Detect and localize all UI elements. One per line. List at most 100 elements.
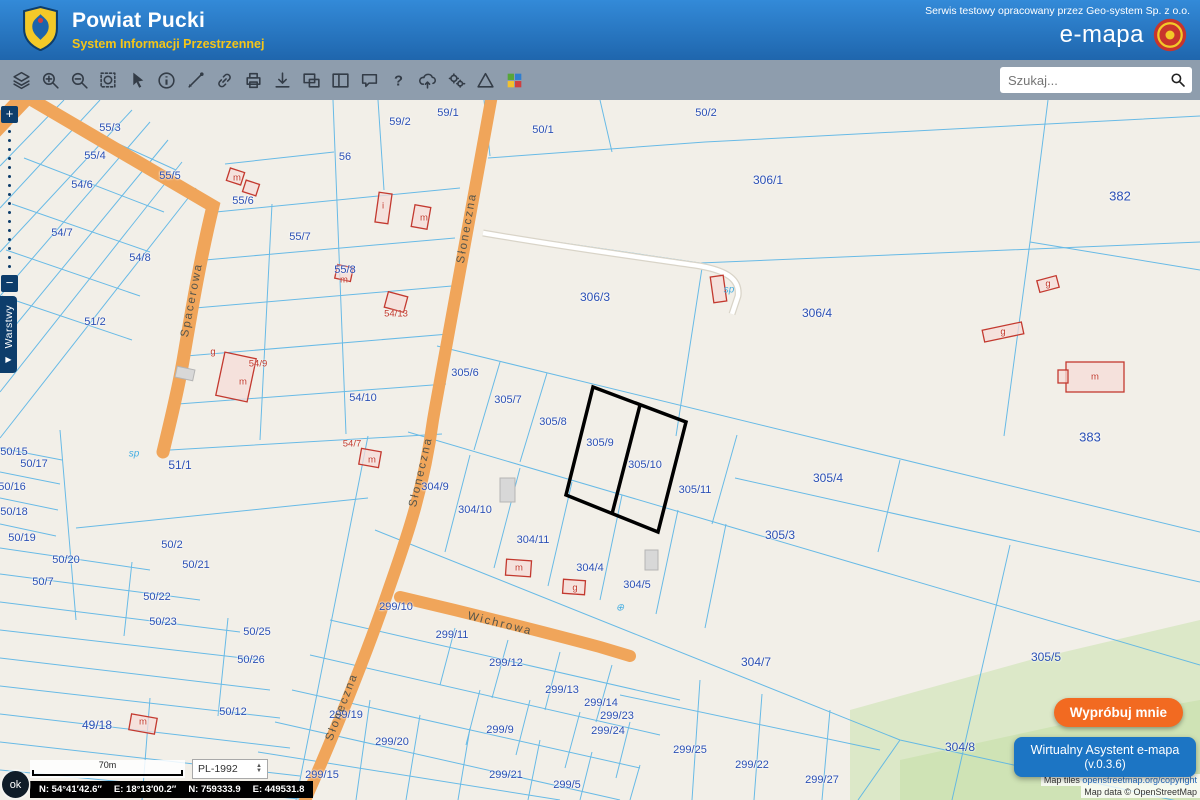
parcel-label[interactable]: 55/3 [99,122,120,134]
parcel-label[interactable]: 299/25 [673,744,707,756]
layers-panel-tab[interactable]: Warstwy ▶ [0,296,17,373]
parcel-label[interactable]: 305/9 [586,437,614,449]
parcel-label[interactable]: 306/3 [580,290,610,304]
parcel-label[interactable]: 50/2 [161,539,182,551]
parcel-label[interactable]: 306/4 [802,306,832,320]
parcel-label[interactable]: 50/12 [219,706,247,718]
parcel-label[interactable]: 55/4 [84,150,105,162]
parcel-label[interactable]: 50/7 [32,576,53,588]
parcel-label[interactable]: 299/15 [305,769,339,781]
parcel-label[interactable]: 54/7 [51,227,72,239]
parcel-label[interactable]: 299/23 [600,710,634,722]
parcel-label[interactable]: 306/1 [753,173,783,187]
parcel-label[interactable]: 54/6 [71,179,92,191]
crs-selector[interactable]: PL-1992 ▲▼ [192,759,268,779]
link-icon[interactable] [211,65,238,95]
measure-icon[interactable] [182,65,209,95]
parcel-label[interactable]: 50/18 [0,506,28,518]
parcel-label[interactable]: 50/15 [0,446,28,458]
parcel-label[interactable]: 50/21 [182,559,210,571]
parcel-label[interactable]: 50/26 [237,654,265,666]
parcel-label[interactable]: 299/21 [489,769,523,781]
parcel-label[interactable]: 55/5 [159,170,180,182]
parcel-label[interactable]: 50/25 [243,626,271,638]
info-icon[interactable] [153,65,180,95]
map-attribution: Map tiles openstreetmap.org/copyright Ma… [1041,774,1200,798]
parcel-label[interactable]: 304/9 [421,481,449,493]
parcel-label[interactable]: 50/23 [149,616,177,628]
zoom-in-icon[interactable] [37,65,64,95]
parcel-label[interactable]: 299/13 [545,684,579,696]
parcel-label[interactable]: 54/10 [349,392,377,404]
parcel-label[interactable]: 59/1 [437,107,458,119]
parcel-label[interactable]: 305/4 [813,471,843,485]
crs-stepper-icon[interactable]: ▲▼ [256,764,262,774]
windows-icon[interactable] [298,65,325,95]
parcel-label[interactable]: 54/8 [129,252,150,264]
zoom-out-button[interactable]: − [1,275,18,292]
parcel-label[interactable]: 305/3 [765,528,795,542]
ok-button[interactable]: ok [2,771,29,798]
parcel-label[interactable]: 299/20 [375,736,409,748]
map-canvas[interactable]: 55/3 59/2 59/1 50/2 50/1 55/4 56 55/5 54/6 306/1 3… [0,100,1200,800]
search-icon[interactable] [1164,67,1192,93]
parcel-label[interactable]: 55/7 [289,231,310,243]
layers-icon[interactable] [8,65,35,95]
parcel-label[interactable]: 51/1 [168,458,191,472]
parcel-label[interactable]: 304/8 [945,740,975,754]
parcel-label[interactable]: 299/11 [436,629,469,641]
app-header: Powiat Pucki System Informacji Przestrze… [0,0,1200,60]
parcel-label[interactable]: 299/12 [489,657,523,669]
parcel-label[interactable]: 56 [339,151,351,163]
parcel-label[interactable]: 299/27 [805,774,839,786]
parcel-label[interactable]: 304/11 [517,534,550,546]
warning-icon[interactable] [472,65,499,95]
parcel-label[interactable]: 305/7 [494,394,522,406]
parcel-label[interactable]: 49/18 [82,718,112,732]
parcel-label[interactable]: 50/20 [52,554,80,566]
zoom-in-button[interactable]: + [1,106,18,123]
parcel-label[interactable]: 50/2 [695,107,716,119]
parcel-label[interactable]: 299/22 [735,759,769,771]
parcel-label[interactable]: 55/6 [232,195,253,207]
parcel-label[interactable]: 50/19 [8,532,36,544]
parcel-label[interactable]: 51/2 [84,316,105,328]
zoom-slider[interactable] [8,123,11,275]
cloud-upload-icon[interactable] [414,65,441,95]
panel-icon[interactable] [327,65,354,95]
parcel-label[interactable]: 299/5 [553,779,581,791]
help-icon[interactable]: ? [385,65,412,95]
parcel-label[interactable]: 382 [1109,189,1131,204]
print-icon[interactable] [240,65,267,95]
parcel-label[interactable]: 304/4 [576,562,604,574]
parcel-label[interactable]: 299/10 [379,601,413,613]
parcel-label[interactable]: 50/1 [532,124,553,136]
download-icon[interactable] [269,65,296,95]
parcel-label[interactable]: 299/9 [486,724,514,736]
parcel-label[interactable]: 50/16 [0,481,26,493]
legend-icon[interactable] [501,65,528,95]
emapa-brand[interactable]: e-mapa [1060,17,1188,53]
parcel-label[interactable]: 305/8 [539,416,567,428]
parcel-label[interactable]: 304/5 [623,579,651,591]
parcel-label[interactable]: 59/2 [389,116,410,128]
parcel-label[interactable]: 305/5 [1031,650,1061,664]
search-input[interactable] [1008,73,1164,88]
parcel-label[interactable]: 383 [1079,430,1101,445]
zoom-extent-icon[interactable] [95,65,122,95]
parcel-label[interactable]: 299/24 [591,725,625,737]
cursor-icon[interactable] [124,65,151,95]
parcel-label[interactable]: 50/22 [143,591,171,603]
assistant-widget[interactable]: Wirtualny Asystent e-mapa (v.0.3.6) [1014,737,1196,777]
parcel-label[interactable]: 305/10 [628,459,662,471]
settings-icon[interactable] [443,65,470,95]
assistant-try-button[interactable]: Wypróbuj mnie [1054,698,1183,727]
parcel-label[interactable]: 299/14 [584,697,618,709]
zoom-out-icon[interactable] [66,65,93,95]
parcel-label[interactable]: 305/11 [679,484,712,496]
parcel-label[interactable]: 50/17 [20,458,48,470]
parcel-label[interactable]: 304/7 [741,655,771,669]
parcel-label[interactable]: 304/10 [458,504,492,516]
parcel-label[interactable]: 305/6 [451,367,479,379]
comment-icon[interactable] [356,65,383,95]
